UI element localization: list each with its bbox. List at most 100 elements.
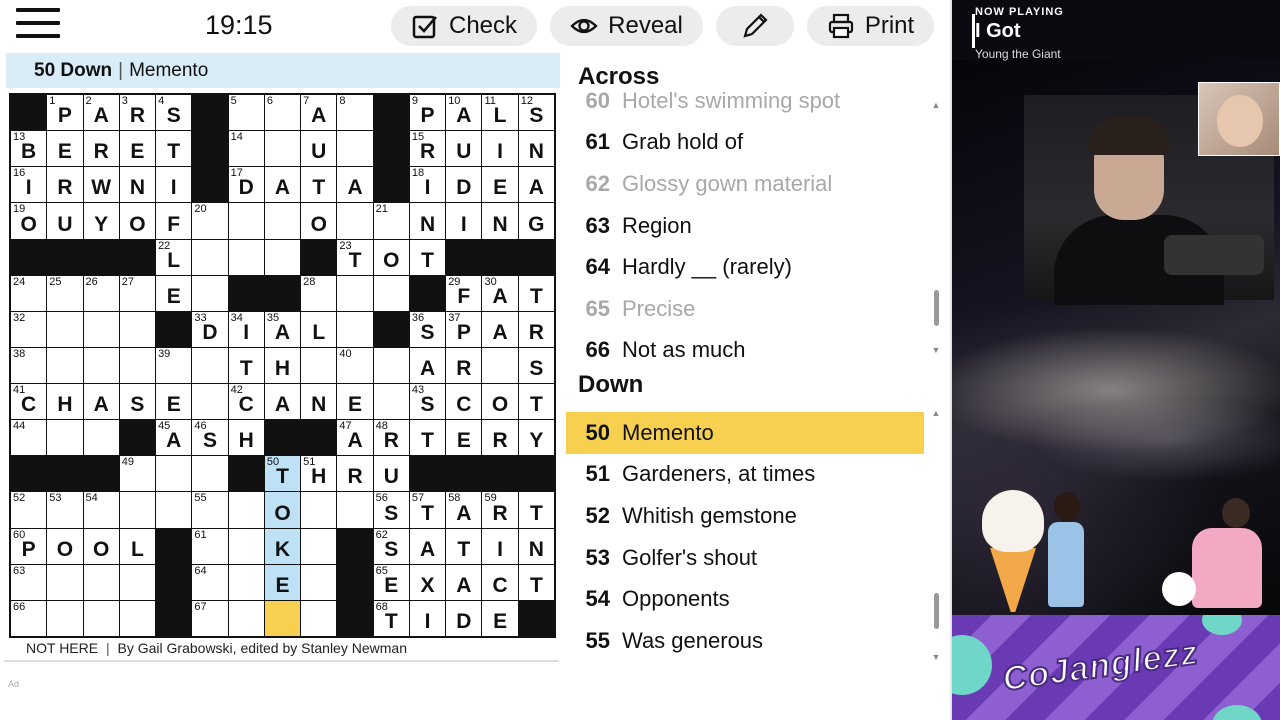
grid-cell[interactable]: 30 A: [482, 275, 518, 311]
grid-cell[interactable]: I: [482, 131, 518, 167]
grid-cell[interactable]: 2A: [83, 95, 119, 131]
scroll-up-icon[interactable]: ▲: [931, 100, 941, 110]
grid-cell[interactable]: [482, 347, 518, 384]
grid-cell[interactable]: R: [83, 131, 119, 167]
grid-cell[interactable]: [337, 203, 373, 239]
grid-cell[interactable]: [47, 420, 83, 456]
grid-cell[interactable]: 65 E: [373, 564, 409, 600]
grid-cell[interactable]: 52: [11, 492, 47, 528]
grid-cell[interactable]: 34 I: [228, 311, 264, 347]
grid-cell[interactable]: 22 L: [156, 239, 192, 275]
grid-cell[interactable]: 53: [47, 492, 83, 528]
grid-cell[interactable]: 13 B: [11, 131, 47, 167]
grid-cell[interactable]: 47 A: [337, 420, 373, 456]
grid-cell[interactable]: E: [446, 420, 482, 456]
grid-cell[interactable]: [228, 528, 264, 564]
grid-cell[interactable]: Y: [518, 420, 554, 456]
grid-cell[interactable]: 1P: [47, 95, 83, 131]
grid-cell[interactable]: 55: [192, 492, 228, 528]
grid-cell[interactable]: [228, 492, 264, 528]
grid-cell[interactable]: N: [119, 167, 156, 203]
grid-cell[interactable]: 25: [47, 275, 83, 311]
down-scrollbar[interactable]: ▲ ▼: [931, 408, 941, 662]
grid-cell[interactable]: W: [83, 167, 119, 203]
grid-cell[interactable]: O: [301, 203, 337, 239]
grid-cell[interactable]: N: [518, 528, 554, 564]
grid-cell[interactable]: [228, 564, 264, 600]
grid-cell[interactable]: [47, 311, 83, 347]
grid-cell[interactable]: 18 I: [409, 167, 446, 203]
grid-cell[interactable]: 4S: [156, 95, 192, 131]
grid-cell[interactable]: O: [83, 528, 119, 564]
grid-cell[interactable]: T: [518, 384, 554, 420]
grid-cell[interactable]: N: [518, 131, 554, 167]
grid-cell[interactable]: [337, 492, 373, 528]
grid-cell[interactable]: 9P: [409, 95, 446, 131]
across-clue-60[interactable]: 60 Hotel's swimming spot: [566, 80, 942, 122]
grid-cell[interactable]: L: [301, 311, 337, 347]
grid-cell[interactable]: 60 P: [11, 528, 47, 564]
grid-cell[interactable]: E: [482, 600, 518, 636]
grid-cell[interactable]: [47, 600, 83, 636]
grid-cell[interactable]: 64: [192, 564, 228, 600]
grid-cell[interactable]: I: [156, 167, 192, 203]
grid-cell[interactable]: 45 A: [156, 420, 192, 456]
grid-cell[interactable]: [83, 564, 119, 600]
scroll-thumb[interactable]: [934, 290, 939, 326]
grid-cell[interactable]: I: [446, 203, 482, 239]
grid-cell[interactable]: [264, 203, 301, 239]
grid-cell[interactable]: [83, 311, 119, 347]
grid-cell[interactable]: 6: [264, 95, 301, 131]
grid-cell[interactable]: F: [156, 203, 192, 239]
grid-cell[interactable]: D: [446, 600, 482, 636]
grid-cell[interactable]: T: [518, 492, 554, 528]
grid-cell[interactable]: 5: [228, 95, 264, 131]
grid-cell[interactable]: H: [264, 347, 301, 384]
grid-cell[interactable]: 8: [337, 95, 373, 131]
grid-cell[interactable]: [47, 347, 83, 384]
grid-cell[interactable]: [119, 564, 156, 600]
grid-cell[interactable]: N: [301, 384, 337, 420]
grid-cell[interactable]: 39: [156, 347, 192, 384]
grid-cell[interactable]: R: [337, 456, 373, 492]
grid-cell[interactable]: [264, 600, 301, 636]
grid-cell[interactable]: R: [47, 167, 83, 203]
across-clue-list[interactable]: 60 Hotel's swimming spot 61 Grab hold of 62 G…: [566, 80, 942, 360]
grid-cell[interactable]: A: [264, 167, 301, 203]
grid-cell[interactable]: I: [482, 528, 518, 564]
grid-cell[interactable]: 68 T: [373, 600, 409, 636]
grid-cell[interactable]: 19 O: [11, 203, 47, 239]
grid-cell[interactable]: [337, 275, 373, 311]
grid-cell[interactable]: T: [518, 275, 554, 311]
grid-cell[interactable]: 61: [192, 528, 228, 564]
grid-cell[interactable]: C: [482, 564, 518, 600]
grid-cell[interactable]: [156, 492, 192, 528]
grid-cell[interactable]: E: [482, 167, 518, 203]
grid-cell[interactable]: 41 C: [11, 384, 47, 420]
menu-icon[interactable]: [16, 8, 60, 38]
grid-cell[interactable]: 44: [11, 420, 47, 456]
down-clue-53[interactable]: 53 Golfer's shout: [566, 537, 942, 579]
grid-cell[interactable]: [156, 456, 192, 492]
grid-cell[interactable]: [373, 347, 409, 384]
grid-cell[interactable]: O: [119, 203, 156, 239]
across-clue-64[interactable]: 64 Hardly __ (rarely): [566, 246, 942, 288]
grid-cell[interactable]: N: [482, 203, 518, 239]
grid-cell[interactable]: X: [409, 564, 446, 600]
grid-cell[interactable]: 63: [11, 564, 47, 600]
scroll-down-icon[interactable]: ▼: [931, 652, 941, 662]
down-clue-55[interactable]: 55 Was generous: [566, 620, 942, 660]
grid-cell[interactable]: 7A: [301, 95, 337, 131]
grid-cell[interactable]: 23 T: [337, 239, 373, 275]
grid-cell[interactable]: A: [409, 528, 446, 564]
grid-cell[interactable]: E: [156, 275, 192, 311]
grid-cell[interactable]: C: [446, 384, 482, 420]
grid-cell[interactable]: [228, 203, 264, 239]
grid-cell[interactable]: 43 S: [409, 384, 446, 420]
grid-cell[interactable]: [119, 492, 156, 528]
grid-cell[interactable]: [192, 275, 228, 311]
grid-cell[interactable]: 51 H: [301, 456, 337, 492]
grid-cell[interactable]: R: [446, 347, 482, 384]
grid-cell[interactable]: A: [482, 311, 518, 347]
grid-cell[interactable]: 35 A: [264, 311, 301, 347]
